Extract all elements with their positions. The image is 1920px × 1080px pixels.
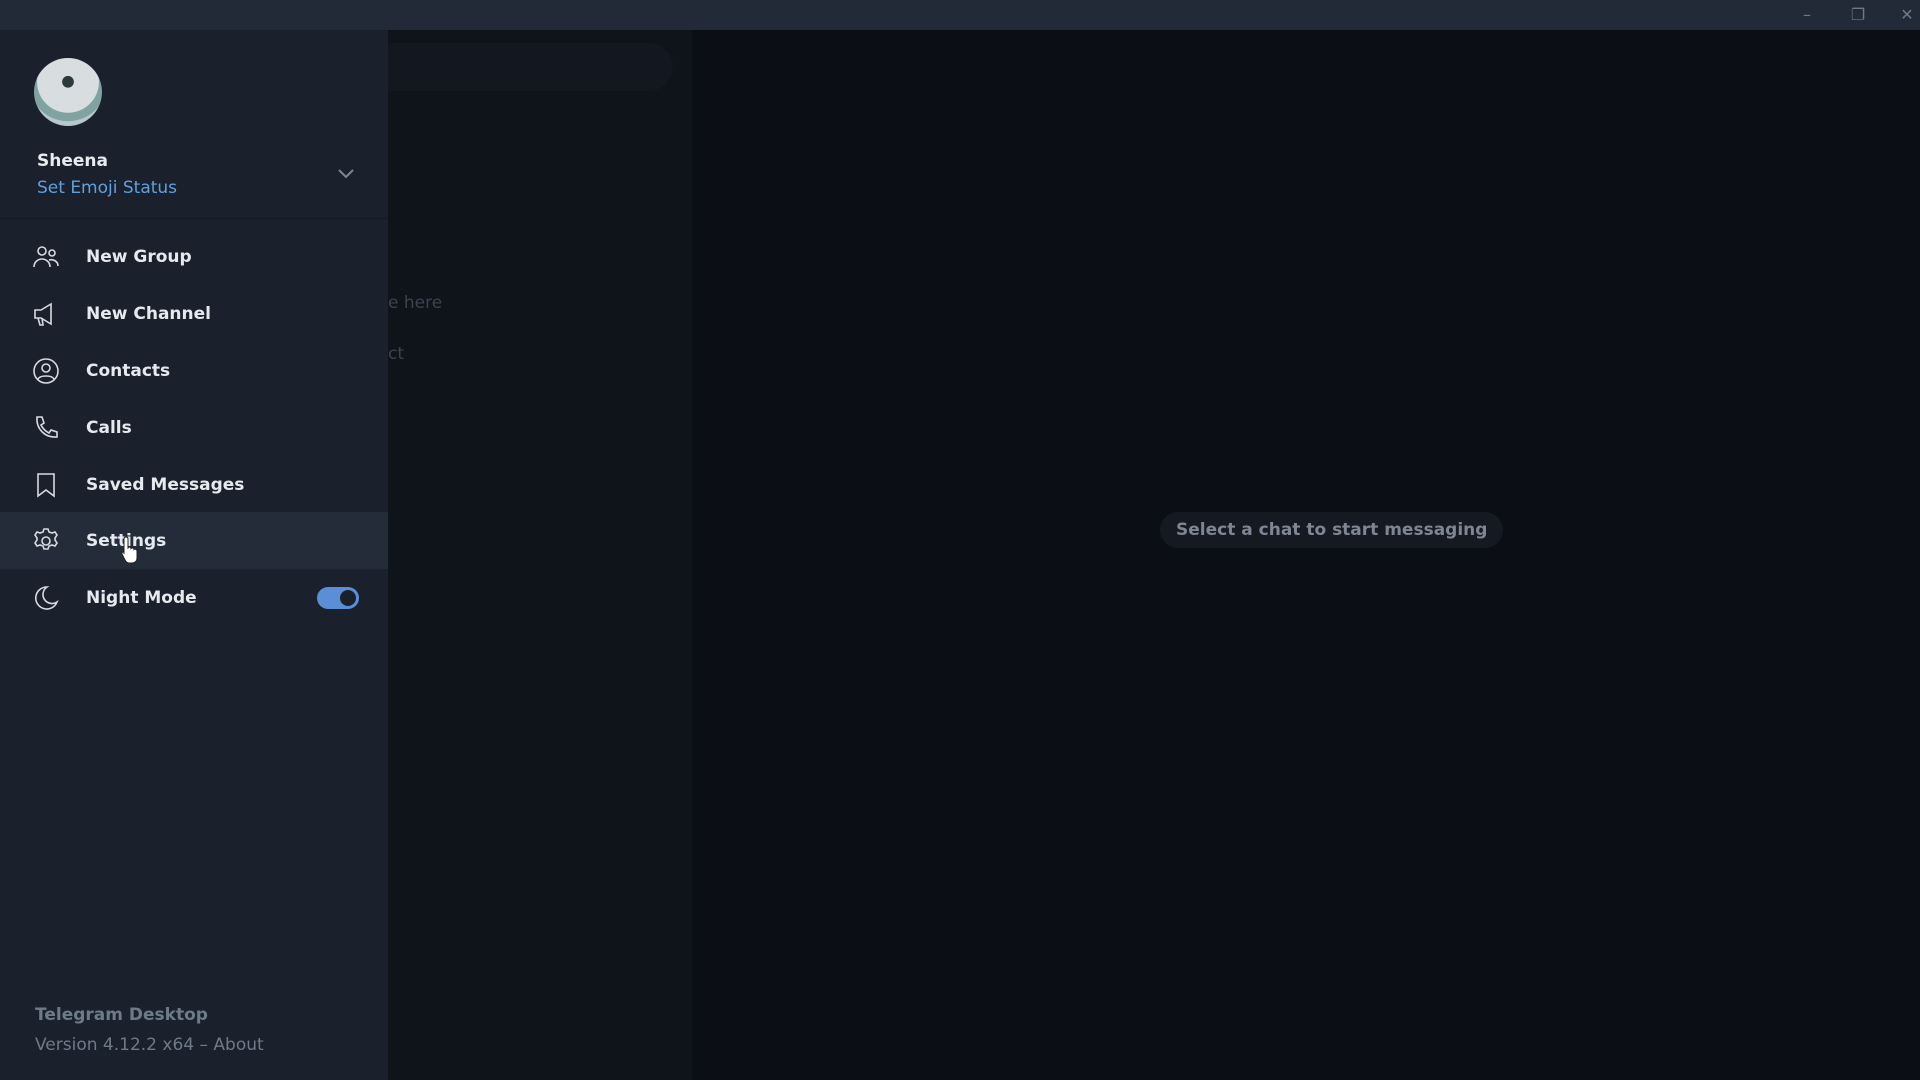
menu-item-settings[interactable]: Settings [0,512,388,569]
menu-item-contacts[interactable]: Contacts [0,342,388,399]
menu-item-label: Night Mode [86,587,197,608]
avatar[interactable] [34,58,102,126]
chevron-down-icon[interactable] [334,162,358,186]
menu-item-new-group[interactable]: New Group [0,228,388,285]
menu-item-label: Saved Messages [86,474,245,495]
menu-item-calls[interactable]: Calls [0,399,388,456]
menu-item-label: New Channel [86,303,211,324]
search-input[interactable] [360,43,673,91]
version-about-link[interactable]: Version 4.12.2 x64 – About [35,1035,264,1055]
set-emoji-status-link[interactable]: Set Emoji Status [37,178,177,198]
chat-area [692,30,1920,1080]
megaphone-icon [34,302,52,326]
chat-list-panel [388,30,692,1080]
minimize-button[interactable]: – [1792,4,1822,26]
close-button[interactable]: ✕ [1892,4,1920,26]
bookmark-icon [37,472,55,498]
menu-item-saved-messages[interactable]: Saved Messages [0,456,388,513]
menu-item-label: Calls [86,417,132,438]
phone-icon [36,415,58,438]
divider [0,218,388,219]
group-icon [33,245,59,267]
gear-icon [34,527,58,550]
moon-icon [35,585,59,610]
side-menu: Sheena Set Emoji Status New Group New Ch… [0,30,388,1080]
toggle-knob [338,588,358,608]
chat-list-hint: e here [388,293,443,313]
contact-icon [33,357,59,384]
menu-item-label: New Group [86,246,192,267]
restore-button[interactable]: ❐ [1843,4,1873,26]
hand-cursor-icon [121,536,138,564]
empty-chat-message: Select a chat to start messaging [1160,512,1504,548]
profile-name: Sheena [37,151,108,171]
menu-item-new-channel[interactable]: New Channel [0,285,388,342]
app-name: Telegram Desktop [35,1005,208,1025]
title-bar: – ❐ ✕ [0,0,1920,30]
menu-item-label: Contacts [86,360,171,381]
menu-item-night-mode[interactable]: Night Mode [0,569,388,626]
chat-list-hint: ct [388,344,405,364]
night-mode-toggle[interactable] [317,587,359,609]
